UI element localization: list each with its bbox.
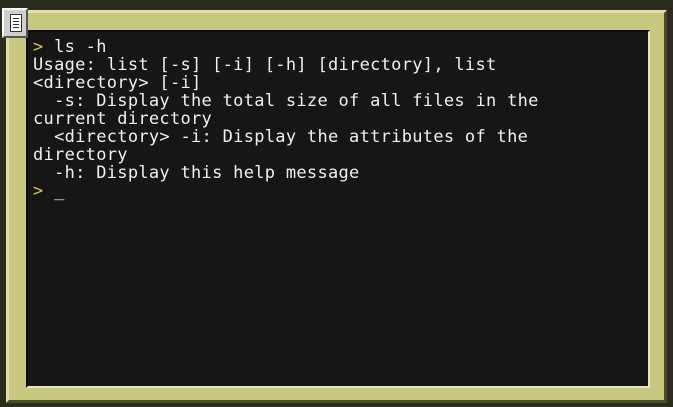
terminal-monitor-frame: > ls -h Usage: list [-s] [-i] [-h] [dire… <box>6 10 667 403</box>
output-text: current directory <box>33 109 213 129</box>
game-scene: > ls -h Usage: list [-s] [-i] [-h] [dire… <box>0 0 673 407</box>
prompt-symbol: > <box>33 37 44 57</box>
terminal-line: -h: Display this help message <box>33 164 644 182</box>
document-icon[interactable] <box>2 8 28 38</box>
output-text: <directory> [-i] <box>33 73 202 93</box>
terminal-line: Usage: list [-s] [-i] [-h] [directory], … <box>33 56 644 74</box>
output-text: <directory> -i: Display the attributes o… <box>33 127 529 147</box>
output-text: -h: Display this help message <box>33 163 360 183</box>
terminal-line: current directory <box>33 110 644 128</box>
document-sheet-icon <box>10 14 22 32</box>
text-cursor[interactable]: _ <box>44 181 65 201</box>
terminal-line: <directory> [-i] <box>33 74 644 92</box>
output-text: directory <box>33 145 128 165</box>
terminal-screen[interactable]: > ls -h Usage: list [-s] [-i] [-h] [dire… <box>26 30 650 388</box>
terminal-line: > ls -h <box>33 38 644 56</box>
output-text: Usage: list [-s] [-i] [-h] [directory], … <box>33 55 497 75</box>
input-prompt-symbol: > <box>33 181 44 201</box>
output-text: -s: Display the total size of all files … <box>33 91 539 111</box>
terminal-line: -s: Display the total size of all files … <box>33 92 644 110</box>
terminal-line: directory <box>33 146 644 164</box>
terminal-input-line[interactable]: > _ <box>33 182 644 200</box>
terminal-line: <directory> -i: Display the attributes o… <box>33 128 644 146</box>
command-text: ls -h <box>43 37 107 57</box>
